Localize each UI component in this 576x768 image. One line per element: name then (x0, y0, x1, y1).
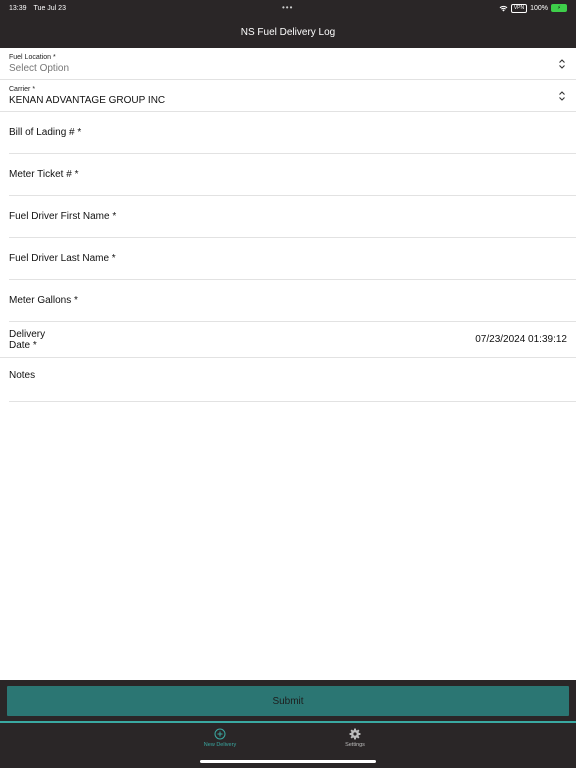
carrier-label: Carrier * (9, 86, 36, 93)
home-indicator (200, 760, 376, 763)
status-bar: 13:39 Tue Jul 23 ••• VPN 100% ⚡ (0, 0, 576, 16)
multitasking-dots-icon[interactable]: ••• (282, 3, 293, 12)
status-date: Tue Jul 23 (33, 4, 66, 12)
tab-bar-divider (0, 721, 576, 723)
battery-percent: 100% (530, 4, 548, 12)
chevron-updown-icon (559, 59, 565, 69)
status-right: VPN 100% ⚡ (499, 3, 567, 13)
delivery-form: Fuel Location * Select Option Carrier * … (0, 48, 576, 402)
carrier-picker[interactable]: Carrier * KENAN ADVANTAGE GROUP INC (0, 80, 576, 112)
submit-button[interactable]: Submit (7, 686, 569, 716)
delivery-date-label: Delivery Date * (9, 328, 46, 351)
plus-circle-icon (214, 728, 226, 740)
nav-bar: NS Fuel Delivery Log (0, 16, 576, 48)
carrier-value: KENAN ADVANTAGE GROUP INC (9, 95, 166, 106)
notes-field[interactable]: Notes (9, 358, 576, 402)
tab-new-delivery[interactable]: New Delivery (190, 728, 250, 748)
delivery-date-row[interactable]: Delivery Date * 07/23/2024 01:39:12 (0, 322, 576, 358)
tab-settings[interactable]: Settings (325, 728, 385, 748)
fuel-location-picker[interactable]: Fuel Location * Select Option (0, 48, 576, 80)
driver-first-name-field[interactable]: Fuel Driver First Name * (9, 196, 576, 238)
page-title: NS Fuel Delivery Log (240, 26, 336, 38)
fuel-location-value: Select Option (9, 63, 70, 74)
battery-icon: ⚡ (551, 4, 567, 12)
gear-icon (349, 728, 361, 740)
meter-gallons-field[interactable]: Meter Gallons * (9, 280, 576, 322)
meter-ticket-field[interactable]: Meter Ticket # * (9, 154, 576, 196)
bill-of-lading-field[interactable]: Bill of Lading # * (9, 112, 576, 154)
wifi-icon (499, 5, 508, 11)
chevron-updown-icon (559, 91, 565, 101)
tab-label: Settings (345, 742, 365, 748)
fuel-location-label: Fuel Location * (9, 54, 56, 61)
vpn-badge: VPN (510, 3, 528, 13)
driver-last-name-field[interactable]: Fuel Driver Last Name * (9, 238, 576, 280)
tab-label: New Delivery (203, 742, 237, 748)
status-time: 13:39 (9, 4, 27, 12)
delivery-date-value[interactable]: 07/23/2024 01:39:12 (475, 334, 567, 345)
